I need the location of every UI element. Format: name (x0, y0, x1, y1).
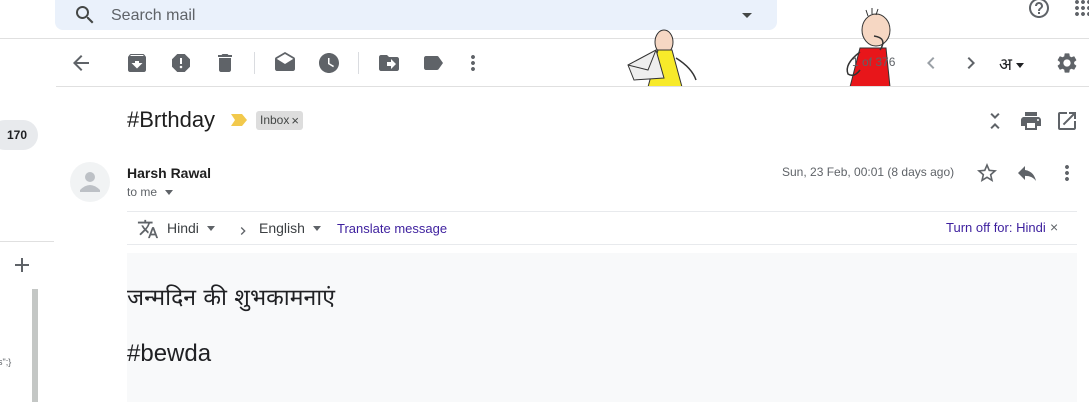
move-to-icon[interactable] (377, 51, 401, 75)
search-input[interactable] (111, 6, 671, 26)
search-options-dropdown-icon[interactable] (735, 3, 759, 27)
caret-down-icon (165, 189, 174, 195)
target-language-select[interactable]: English (259, 220, 321, 236)
caret-down-icon (206, 225, 215, 231)
sidebar-divider (0, 241, 54, 242)
add-icon[interactable] (10, 253, 34, 277)
default-avatar-icon (80, 172, 100, 192)
input-tools-label: अ (999, 55, 1012, 75)
next-icon[interactable] (959, 51, 983, 75)
apps-icon[interactable] (1071, 0, 1089, 20)
message-body-line: जन्मदिन की शुभकामनाएं (127, 285, 335, 311)
theme-cartoon-mail-character (627, 29, 697, 87)
print-icon[interactable] (1019, 109, 1043, 133)
turn-off-translation-link[interactable]: Turn off for: Hindi (946, 220, 1046, 235)
help-icon[interactable] (1027, 0, 1051, 20)
reply-icon[interactable] (1015, 161, 1039, 185)
toolbar-divider (56, 86, 1089, 87)
recipient-text: to me (127, 185, 158, 199)
toolbar-separator (358, 52, 359, 74)
star-icon[interactable] (975, 161, 999, 185)
sidebar-snippet-text: s";} (0, 357, 12, 367)
message-body-line: #bewda (127, 340, 212, 367)
label-icon[interactable] (421, 51, 445, 75)
settings-icon[interactable] (1055, 51, 1079, 75)
close-translate-bar-icon[interactable]: × (1050, 219, 1058, 235)
mark-unread-icon[interactable] (273, 51, 297, 75)
importance-marker-icon[interactable] (230, 113, 248, 127)
prev-icon[interactable] (919, 51, 943, 75)
caret-down-icon (312, 225, 321, 231)
translate-bar-divider (127, 244, 1077, 245)
email-date: Sun, 23 Feb, 00:01 (8 days ago) (782, 165, 955, 179)
search-icon[interactable] (73, 3, 97, 27)
translate-bar-divider (127, 211, 1077, 212)
label-chip-inbox: Inbox × (256, 111, 303, 130)
archive-icon[interactable] (125, 51, 149, 75)
more-icon[interactable] (461, 51, 485, 75)
inbox-unread-count-badge[interactable]: 170 (0, 120, 38, 150)
sender-avatar (70, 162, 110, 202)
translate-message-link[interactable]: Translate message (337, 221, 447, 236)
email-subject: #Brthday (127, 107, 216, 132)
source-language-label: Hindi (167, 220, 199, 236)
target-language-label: English (259, 220, 305, 236)
back-icon[interactable] (69, 51, 93, 75)
message-more-icon[interactable] (1055, 161, 1079, 185)
new-window-icon[interactable] (1055, 109, 1079, 133)
recipient-details-toggle[interactable]: to me (127, 185, 174, 199)
sidebar-scrollbar[interactable] (32, 289, 38, 402)
sender-name: Harsh Rawal (127, 165, 212, 181)
theme-cartoon-thinking-character (846, 8, 891, 87)
toolbar-separator (254, 52, 255, 74)
caret-down-icon (1016, 62, 1024, 68)
snooze-icon[interactable] (317, 51, 341, 75)
header-divider (0, 38, 1089, 39)
message-body (127, 253, 1077, 402)
translate-icon (137, 218, 161, 242)
label-chip-text: Inbox (260, 113, 290, 127)
source-language-select[interactable]: Hindi (167, 220, 215, 236)
remove-label-icon[interactable]: × (291, 111, 299, 130)
chevron-right-icon (231, 219, 255, 243)
input-tools-button[interactable]: अ (999, 52, 1024, 75)
delete-icon[interactable] (213, 51, 237, 75)
collapse-all-icon[interactable] (983, 109, 1007, 133)
pagination-count: 1 of 376 (852, 55, 896, 69)
report-spam-icon[interactable] (169, 51, 193, 75)
